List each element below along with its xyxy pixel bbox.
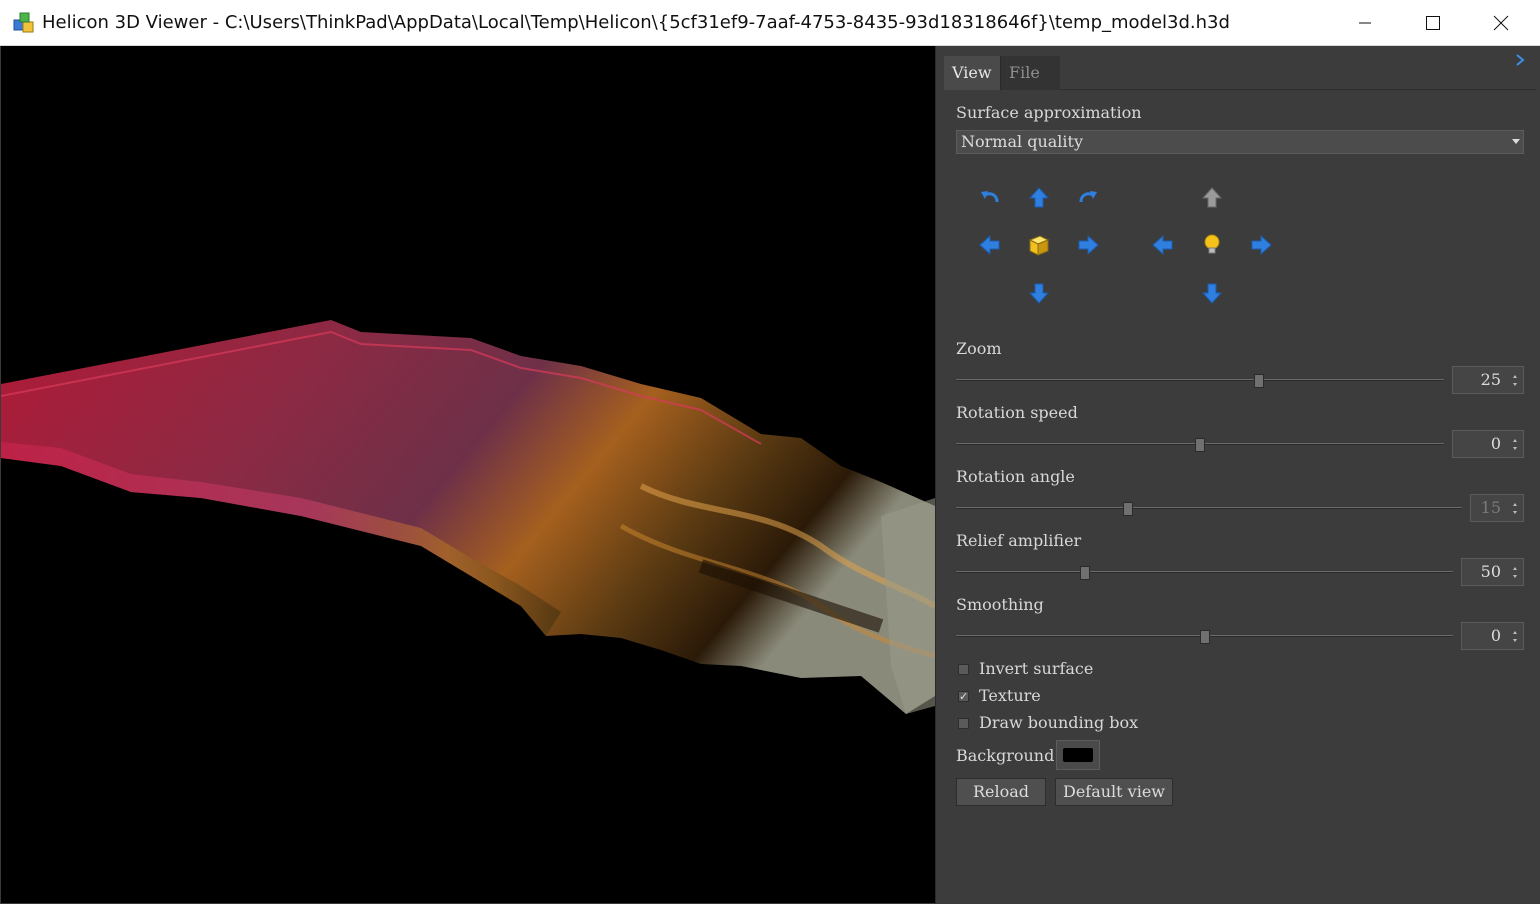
rotation-speed-value: 0 [1490,434,1501,453]
smoothing-label: Smoothing [956,595,1044,614]
slider-thumb[interactable] [1123,502,1134,516]
spin-down-icon[interactable] [1513,639,1517,642]
tab-file[interactable]: File [1000,56,1060,90]
zoom-spinbox[interactable]: 25 [1452,366,1524,394]
texture-label: Texture [979,686,1041,705]
spin-up-icon[interactable] [1513,631,1517,634]
close-button[interactable] [1466,0,1536,46]
light-up-icon [1201,187,1223,208]
zoom-value: 25 [1480,370,1501,389]
light-down-icon [1201,283,1223,304]
bounding-box-label: Draw bounding box [979,713,1139,732]
3d-surface-model [1,320,935,714]
background-color-swatch [1063,748,1093,762]
spin-down-icon[interactable] [1513,511,1517,514]
rotation-angle-label: Rotation angle [956,467,1075,486]
slider-track [956,507,1462,509]
maximize-button[interactable] [1398,0,1468,46]
rotation-speed-slider[interactable] [956,438,1444,452]
relief-amplifier-value: 50 [1480,562,1501,581]
rotate-left-icon [981,191,999,203]
spin-down-icon[interactable] [1513,447,1517,450]
spin-up-icon[interactable] [1513,567,1517,570]
default-view-button[interactable]: Default view [1055,778,1173,806]
background-label: Background [956,746,1055,765]
rotate-left-button[interactable] [975,183,1005,213]
cube-icon [1028,235,1050,256]
maximize-icon [1426,16,1440,30]
rotation-speed-spinbox[interactable]: 0 [1452,430,1524,458]
smoothing-slider[interactable] [956,630,1453,644]
surface-quality-dropdown[interactable]: Normal quality [956,130,1524,154]
window-title: Helicon 3D Viewer - C:\Users\ThinkPad\Ap… [42,12,1230,33]
model-viewport[interactable] [1,46,935,903]
move-right-button[interactable] [1073,230,1103,260]
spin-up-icon[interactable] [1513,375,1517,378]
spin-down-icon[interactable] [1513,383,1517,386]
zoom-label: Zoom [956,339,1002,358]
smoothing-value: 0 [1490,626,1501,645]
reset-light-button[interactable] [1197,230,1227,260]
title-bar: Helicon 3D Viewer - C:\Users\ThinkPad\Ap… [0,0,1540,46]
slider-thumb[interactable] [1080,566,1091,580]
invert-surface-label: Invert surface [979,659,1094,678]
move-down-button[interactable] [1024,278,1054,308]
chevron-down-icon [1512,139,1520,144]
light-down-button[interactable] [1197,278,1227,308]
slider-thumb[interactable] [1253,374,1264,388]
zoom-slider[interactable] [956,374,1444,388]
rotation-angle-spinbox[interactable]: 15 [1470,494,1524,522]
move-left-button[interactable] [975,230,1005,260]
reset-model-button[interactable] [1024,230,1054,260]
move-up-icon [1028,187,1050,208]
relief-amplifier-label: Relief amplifier [956,531,1082,550]
move-down-icon [1028,283,1050,304]
surface-approximation-label: Surface approximation [956,103,1142,122]
close-icon [1493,15,1509,31]
surface-quality-value: Normal quality [961,132,1083,151]
smoothing-spinbox[interactable]: 0 [1461,622,1524,650]
light-right-icon [1251,234,1272,256]
tab-bar: View File [944,56,1536,90]
texture-checkbox[interactable]: ✓ [958,691,969,702]
rotation-angle-value: 15 [1480,498,1501,517]
bounding-box-checkbox[interactable] [958,718,969,729]
spin-up-icon[interactable] [1513,503,1517,506]
spin-up-icon[interactable] [1513,439,1517,442]
move-right-icon [1078,234,1099,256]
slider-track [956,571,1453,573]
minimize-icon [1359,22,1371,24]
bulb-icon [1204,234,1220,254]
light-up-button[interactable] [1197,183,1227,213]
light-left-button[interactable] [1148,230,1178,260]
slider-thumb[interactable] [1195,438,1205,452]
slider-thumb[interactable] [1199,630,1210,644]
reload-button[interactable]: Reload [956,778,1046,806]
light-right-button[interactable] [1246,230,1276,260]
background-color-button[interactable] [1056,740,1100,770]
spin-down-icon[interactable] [1513,575,1517,578]
control-panel: View File Surface approximation Normal q… [935,46,1540,904]
app-cubes-icon [13,12,34,33]
relief-amplifier-slider[interactable] [956,566,1453,580]
relief-amplifier-spinbox[interactable]: 50 [1461,558,1524,586]
tab-view[interactable]: View [944,56,1000,90]
rotate-right-button[interactable] [1073,183,1103,213]
invert-surface-checkbox[interactable] [958,664,969,675]
rotate-right-icon [1079,191,1097,203]
move-left-icon [979,234,1000,256]
slider-track [956,379,1444,381]
minimize-button[interactable] [1330,0,1400,46]
move-up-button[interactable] [1024,183,1054,213]
light-left-icon [1152,234,1173,256]
rotation-angle-slider[interactable] [956,502,1462,516]
rotation-speed-label: Rotation speed [956,403,1078,422]
